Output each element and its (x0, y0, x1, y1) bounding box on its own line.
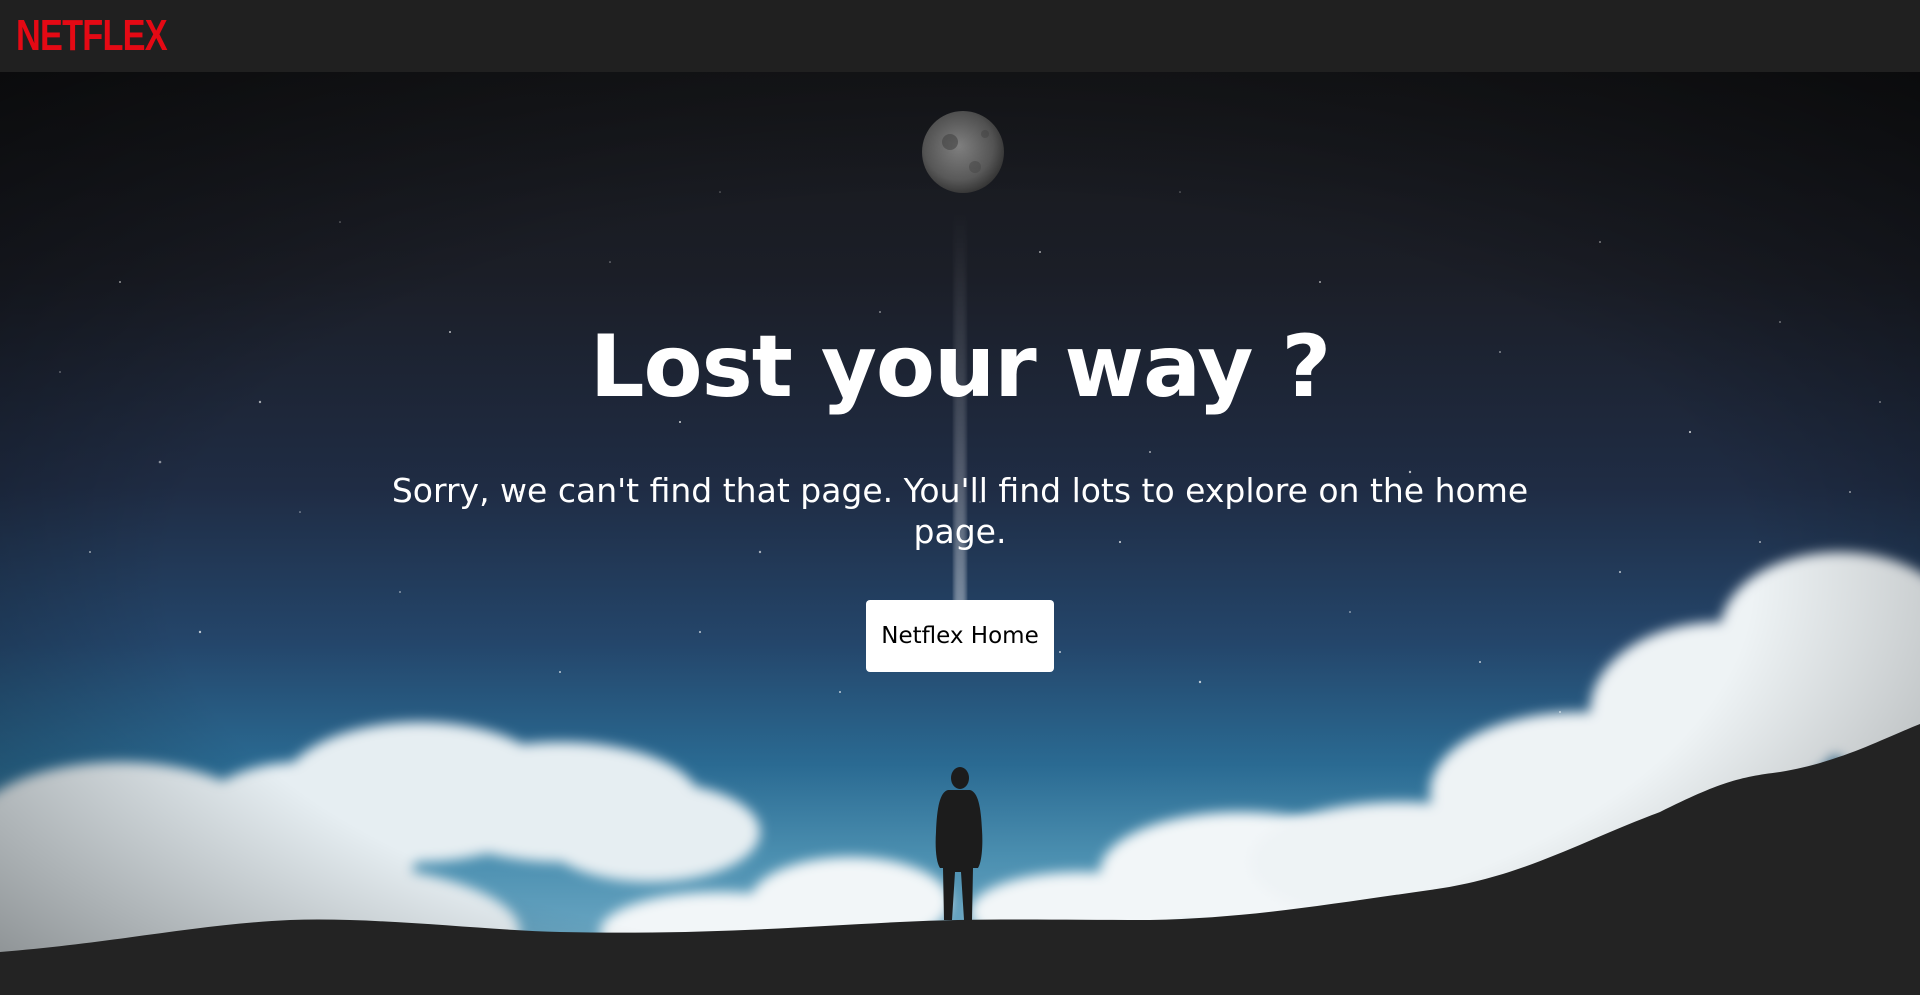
error-content: Lost your way ? Sorry, we can't find tha… (0, 72, 1920, 995)
home-button[interactable]: Netflex Home (866, 600, 1054, 672)
hero-section: Lost your way ? Sorry, we can't find tha… (0, 72, 1920, 995)
navbar: NETFLEX (0, 0, 1920, 72)
netflex-logo[interactable]: NETFLEX (16, 14, 168, 58)
page-title: Lost your way ? (589, 317, 1332, 417)
error-message: Sorry, we can't find that page. You'll f… (391, 471, 1529, 551)
